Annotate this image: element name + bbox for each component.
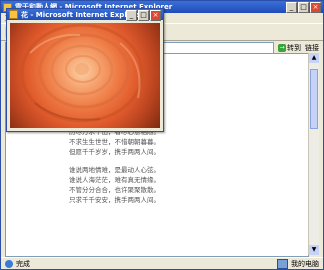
rose-image [10, 23, 160, 128]
poem-line: 谁说人海茫茫，难有真无情缘。 [69, 176, 160, 184]
minimize-button[interactable]: _ [286, 2, 297, 13]
popup-maximize-button[interactable]: □ [138, 10, 149, 21]
scroll-down-icon[interactable]: ▼ [309, 245, 319, 255]
ie-icon [9, 10, 18, 19]
popup-window: 花 - Microsoft Internet Explorer _ □ × [6, 8, 164, 132]
poem-line: 谁说两地情难，是最动人心弦。 [69, 166, 160, 174]
poem-line: 不管分分合合，也许聚聚散散。 [69, 186, 160, 194]
rose-petals [20, 23, 144, 123]
links-label[interactable]: 链接 [305, 43, 319, 53]
popup-close-button[interactable]: × [150, 10, 161, 21]
go-button[interactable]: → 转到 [278, 43, 301, 53]
poem-stanza-3: 谁说两地情难，是最动人心弦。 谁说人海茫茫，难有真无情缘。 不管分分合合，也许聚… [69, 165, 239, 205]
status-text: 完成 [16, 259, 30, 268]
scroll-thumb[interactable] [310, 69, 318, 129]
page-done-icon [5, 259, 13, 268]
popup-title: 花 - Microsoft Internet Explorer [21, 10, 144, 19]
my-computer-icon [277, 258, 288, 269]
poem-line: 但愿千千岁岁，携手两两人间。 [69, 148, 160, 156]
vertical-scrollbar[interactable]: ▲ ▼ [308, 53, 319, 255]
go-arrow-icon: → [278, 43, 286, 52]
poem-line: 只求千千安安，携手两两人间。 [69, 196, 160, 204]
popup-minimize-button[interactable]: _ [126, 10, 137, 21]
scroll-up-icon[interactable]: ▲ [309, 53, 319, 63]
zone-text: 我的电脑 [291, 259, 319, 268]
popup-title-bar: 花 - Microsoft Internet Explorer _ □ × [7, 9, 163, 21]
poem-line: 不求生生世世，不惜朝朝暮暮。 [69, 138, 160, 146]
close-button[interactable]: × [310, 2, 321, 13]
go-label: 转到 [287, 43, 301, 52]
maximize-button[interactable]: □ [298, 2, 309, 13]
status-bar: 完成 我的电脑 [1, 257, 323, 269]
